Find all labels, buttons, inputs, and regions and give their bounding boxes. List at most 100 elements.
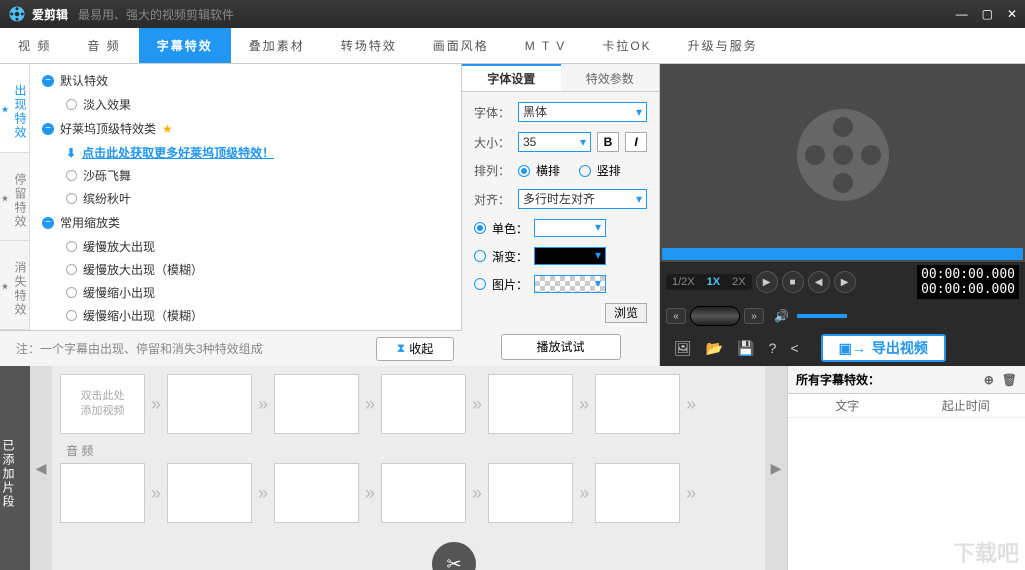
tab-transition[interactable]: 转场特效 [323,28,415,63]
align-label: 对齐： [474,191,512,208]
clip-slot[interactable] [595,374,680,434]
playback-controls: 1/2X1X2X ▶ ■ ◀ ▶ 00:00:00.00000:00:00.00… [660,262,1025,302]
timeline-scroll-left[interactable]: ◀ [30,366,52,570]
fonttab-params[interactable]: 特效参数 [561,64,660,91]
timeline-scroll-right[interactable]: ▶ [765,366,787,570]
align-select[interactable]: 多行时左对齐 [518,189,647,209]
video-preview[interactable] [660,64,1025,246]
jog-next-button[interactable]: » [744,308,764,324]
app-tagline: 最易用、强大的视频剪辑软件 [78,6,234,23]
fonttab-font[interactable]: 字体设置 [462,64,561,91]
side-tabs: 出现特效 停留特效 消失特效 [0,64,30,330]
jog-wheel[interactable] [690,306,740,326]
effect-group-zoom[interactable]: −常用缩放类 [30,210,461,235]
effect-item[interactable]: 缓慢放大出现（模糊） [30,258,461,281]
volume-icon[interactable]: 🔊 [774,309,789,323]
effect-link-more[interactable]: ⬇点击此处获取更多好莱坞顶级特效！ [30,141,461,164]
added-clips-tab[interactable]: 已添加片段 [0,366,30,570]
sidetab-appear[interactable]: 出现特效 [0,64,29,153]
collapse-button[interactable]: ⧗收起 [376,337,454,361]
image-fill-preview [534,275,606,293]
effects-list[interactable]: −默认特效 淡入效果 −好莱坞顶级特效类 ★ ⬇点击此处获取更多好莱坞顶级特效！… [30,64,462,330]
timecode-display: 00:00:00.00000:00:00.000 [917,265,1019,299]
app-name: 爱剪辑 [32,6,68,23]
delete-applied-icon[interactable]: 🗑 [1002,373,1017,387]
effect-item[interactable]: 缓慢放大出现 [30,235,461,258]
play-button[interactable]: ▶ [756,271,778,293]
clip-slot[interactable] [595,463,680,523]
arrange-label: 排列： [474,162,512,179]
font-panel: 字体设置 特效参数 字体：黑体 大小：35BI 排列：横排 竖排 对齐：多行时左… [462,64,660,330]
tab-mtv[interactable]: M T V [507,28,585,63]
audio-track-label: 音 频 [66,442,757,459]
browse-button[interactable]: 浏览 [605,303,647,323]
jog-prev-button[interactable]: « [666,308,686,324]
clip-slot[interactable] [381,374,466,434]
applied-title: 所有字幕特效： [796,371,880,388]
arrange-vert-radio[interactable] [579,165,591,177]
open-folder-icon[interactable]: 📂 [706,340,723,357]
effect-group-hollywood[interactable]: −好莱坞顶级特效类 ★ [30,116,461,141]
prev-frame-button[interactable]: ◀ [808,271,830,293]
titlebar: 爱剪辑 最易用、强大的视频剪辑软件 — ▢ ✕ [0,0,1025,28]
effect-item[interactable]: 缤纷秋叶 [30,187,461,210]
effect-item[interactable]: 淡入效果 [30,93,461,116]
maximize-button[interactable]: ▢ [982,7,993,21]
clip-slot[interactable] [488,463,573,523]
italic-button[interactable]: I [625,132,647,152]
export-icon: ▣→ [839,340,866,357]
speed-selector[interactable]: 1/2X1X2X [666,274,752,290]
clip-slot[interactable] [167,374,252,434]
help-icon[interactable]: ? [769,340,777,356]
volume-slider[interactable] [797,314,847,318]
tab-karaoke[interactable]: 卡拉OK [584,28,669,63]
tab-subtitle-fx[interactable]: 字幕特效 [139,28,231,63]
audio-track: » » » » » » [60,463,757,523]
tab-audio[interactable]: 音 频 [69,28,138,63]
tab-upgrade[interactable]: 升级与服务 [670,28,776,63]
arrange-horiz-radio[interactable] [518,165,530,177]
effect-item[interactable]: 沙砾飞舞 [30,164,461,187]
gradient-color-select[interactable] [534,247,606,265]
clip-slot[interactable] [381,463,466,523]
color-image-radio[interactable] [474,278,486,290]
tab-overlay[interactable]: 叠加素材 [231,28,323,63]
clip-slot[interactable] [167,463,252,523]
effect-group-default[interactable]: −默认特效 [30,68,461,93]
add-applied-icon[interactable]: ⊕ [984,373,994,387]
size-select[interactable]: 35 [518,132,591,152]
bold-button[interactable]: B [597,132,619,152]
export-video-button[interactable]: ▣→导出视频 [821,334,946,362]
add-video-clip[interactable]: 双击此处 添加视频 [60,374,145,434]
next-frame-button[interactable]: ▶ [834,271,856,293]
close-button[interactable]: ✕ [1007,7,1017,21]
cut-button[interactable]: ✂ [432,542,476,570]
snapshot-icon[interactable]: 🖼 [674,340,692,357]
film-reel-icon [793,105,893,205]
clip-slot[interactable] [488,374,573,434]
sidetab-disappear[interactable]: 消失特效 [0,241,29,330]
share-icon[interactable]: < [790,340,798,356]
clip-slot[interactable] [60,463,145,523]
font-label: 字体： [474,104,512,121]
preview-panel: 1/2X1X2X ▶ ■ ◀ ▶ 00:00:00.00000:00:00.00… [660,64,1025,330]
col-time: 起止时间 [907,394,1025,417]
effect-item[interactable]: 缓慢缩小出现 [30,281,461,304]
tab-video[interactable]: 视 频 [0,28,69,63]
font-select[interactable]: 黑体 [518,102,647,122]
tab-style[interactable]: 画面风格 [415,28,507,63]
play-test-button[interactable]: 播放试试 [501,334,621,360]
effect-item[interactable]: 缓慢缩小出现（模糊） [30,304,461,327]
sidetab-stay[interactable]: 停留特效 [0,153,29,242]
clip-slot[interactable] [274,463,359,523]
color-solid-radio[interactable] [474,222,486,234]
color-gradient-radio[interactable] [474,250,486,262]
stop-button[interactable]: ■ [782,271,804,293]
seek-bar[interactable] [662,248,1023,260]
clip-slot[interactable] [274,374,359,434]
solid-color-select[interactable] [534,219,606,237]
save-icon[interactable]: 💾 [737,340,754,357]
timeline: 双击此处 添加视频» » » » » » 音 频 » » » » » » ✂ [52,366,765,570]
watermark: 下载吧 [953,536,1019,568]
minimize-button[interactable]: — [956,7,968,21]
